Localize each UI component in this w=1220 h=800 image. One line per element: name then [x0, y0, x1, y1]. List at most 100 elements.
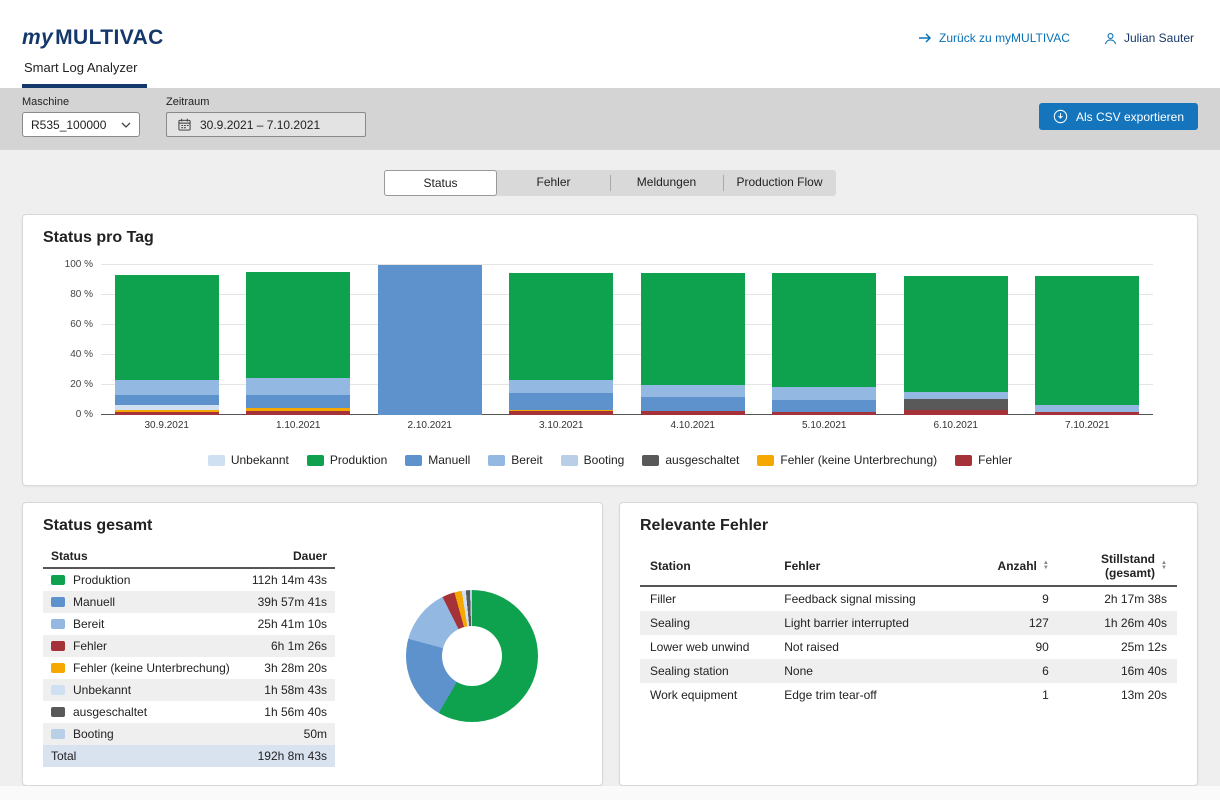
bar-plot: 0 %20 %40 %60 %80 %100 %: [101, 265, 1153, 415]
status-label: Unbekannt: [51, 683, 131, 697]
donut-hole: [442, 626, 502, 686]
logo-my-text: my: [22, 26, 53, 49]
user-name: Julian Sauter: [1124, 31, 1194, 45]
tab-status[interactable]: Status: [384, 170, 497, 196]
legend-label: Manuell: [428, 453, 470, 467]
relevant-errors-card: Relevante Fehler StationFehlerAnzahl▲▼St…: [619, 502, 1198, 786]
legend-swatch: [208, 455, 225, 466]
error-cell: 6: [978, 659, 1059, 683]
bar-segment-fehler: [509, 411, 613, 415]
bar-segment-produktion: [246, 272, 350, 379]
status-name: Booting: [73, 727, 114, 741]
bar-segment-bereit: [641, 385, 745, 397]
status-table-header: StatusDauer: [43, 545, 335, 569]
bar-column: [1022, 265, 1154, 415]
status-total-card: Status gesamt StatusDauerProduktion112h …: [22, 502, 603, 786]
error-row-sealing-station: Sealing stationNone616m 40s: [640, 659, 1177, 683]
stacked-bar: [772, 273, 876, 416]
error-cell: Not raised: [774, 635, 978, 659]
status-swatch: [51, 663, 65, 673]
bar-column: [890, 265, 1022, 415]
status-name: Produktion: [73, 573, 130, 587]
status-per-day-chart: 0 %20 %40 %60 %80 %100 % 30.9.20211.10.2…: [43, 265, 1177, 467]
total-label: Total: [51, 749, 76, 763]
bar-segment-fehler: [246, 411, 350, 416]
status-row-manuell: Manuell39h 57m 41s: [43, 591, 335, 613]
error-cell: Filler: [640, 587, 774, 611]
status-swatch: [51, 575, 65, 585]
column-header-label: Stillstand (gesamt): [1069, 552, 1155, 580]
status-duration: 39h 57m 41s: [258, 595, 327, 609]
chart-legend: UnbekanntProduktionManuellBereitBootinga…: [43, 453, 1177, 467]
y-axis-tick: 60 %: [49, 319, 93, 330]
bars-area: [101, 265, 1153, 415]
bar-segment-fehler: [904, 410, 1008, 415]
bar-segment-manuell: [772, 400, 876, 412]
bar-column: [759, 265, 891, 415]
bar-segment-manuell: [641, 397, 745, 411]
bar-segment-produktion: [772, 273, 876, 387]
app-tab-label: Smart Log Analyzer: [24, 60, 137, 75]
back-to-mymultivac-link[interactable]: Zurück zu myMULTIVAC: [918, 31, 1070, 45]
tab-smart-log-analyzer[interactable]: Smart Log Analyzer: [22, 60, 147, 88]
legend-item-manuell: Manuell: [405, 453, 470, 467]
stacked-bar: [641, 273, 745, 416]
bar-segment-fehler: [641, 411, 745, 416]
legend-swatch: [757, 455, 774, 466]
bar-column: [627, 265, 759, 415]
bar-segment-bereit: [115, 380, 219, 395]
legend-label: Fehler (keine Unterbrechung): [780, 453, 937, 467]
status-total-content: StatusDauerProduktion112h 14m 43sManuell…: [43, 545, 582, 767]
sort-icon[interactable]: ▲▼: [1043, 561, 1049, 571]
bar-segment-fehler: [1035, 412, 1139, 415]
main-content: StatusFehlerMeldungenProduction Flow Sta…: [0, 150, 1220, 786]
error-cell: Sealing: [640, 611, 774, 635]
page-footer: [0, 786, 1220, 800]
chevron-down-icon: [121, 120, 131, 130]
bar-segment-produktion: [1035, 276, 1139, 405]
status-row-booting: Booting50m: [43, 723, 335, 745]
status-swatch: [51, 707, 65, 717]
legend-item-produktion: Produktion: [307, 453, 387, 467]
export-csv-button[interactable]: Als CSV exportieren: [1039, 103, 1198, 130]
error-cell: 90: [978, 635, 1059, 659]
status-row-ausgeschaltet: ausgeschaltet1h 56m 40s: [43, 701, 335, 723]
tab-fehler[interactable]: Fehler: [497, 170, 610, 196]
bar-segment-produktion: [115, 275, 219, 380]
bar-segment-produktion: [904, 276, 1008, 392]
bar-segment-bereit: [904, 392, 1008, 400]
status-swatch: [51, 729, 65, 739]
tab-meldungen[interactable]: Meldungen: [610, 170, 723, 196]
legend-item-booting: Booting: [561, 453, 625, 467]
user-icon: [1104, 32, 1117, 45]
machine-label: Maschine: [22, 96, 140, 108]
stacked-bar: [115, 275, 219, 415]
error-cell: Work equipment: [640, 683, 774, 707]
user-menu[interactable]: Julian Sauter: [1104, 31, 1194, 45]
x-axis-label: 6.10.2021: [890, 420, 1022, 431]
column-header-label: Fehler: [784, 559, 820, 573]
bar-segment-manuell: [509, 393, 613, 410]
error-cell: 25m 12s: [1059, 635, 1177, 659]
sort-icon[interactable]: ▲▼: [1161, 561, 1167, 571]
period-input[interactable]: 30.9.2021 – 7.10.2021: [166, 112, 366, 137]
error-cell: None: [774, 659, 978, 683]
machine-select[interactable]: R535_100000: [22, 112, 140, 137]
y-axis-tick: 20 %: [49, 379, 93, 390]
error-cell: 127: [978, 611, 1059, 635]
bar-segment-bereit: [509, 380, 613, 394]
status-duration: 1h 56m 40s: [264, 705, 327, 719]
error-cell: 13m 20s: [1059, 683, 1177, 707]
stacked-bar: [904, 276, 1008, 415]
error-row-sealing: SealingLight barrier interrupted1271h 26…: [640, 611, 1177, 635]
column-header-dauer: Dauer: [293, 549, 327, 563]
legend-label: ausgeschaltet: [665, 453, 739, 467]
legend-label: Bereit: [511, 453, 542, 467]
column-header-anzahl: Anzahl▲▼: [978, 547, 1059, 585]
status-row-bereit: Bereit25h 41m 10s: [43, 613, 335, 635]
mymultivac-logo[interactable]: myMULTIVAC: [22, 26, 164, 50]
tab-production-flow[interactable]: Production Flow: [723, 170, 836, 196]
error-cell: Feedback signal missing: [774, 587, 978, 611]
bar-column: [496, 265, 628, 415]
bar-segment-fehler: [772, 412, 876, 415]
